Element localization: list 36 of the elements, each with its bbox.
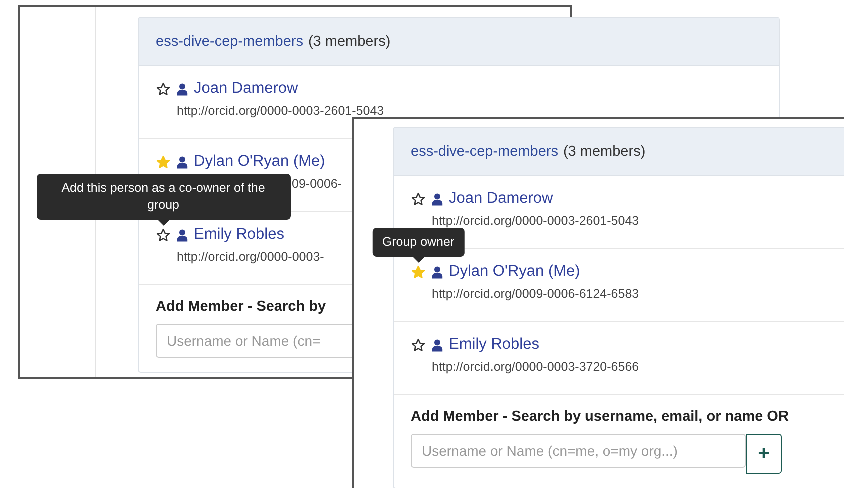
star-outline-icon[interactable] — [156, 82, 171, 96]
member-search-field[interactable]: Username or Name (cn=me, o=my org...) — [411, 434, 746, 468]
member-url: http://orcid.org/0000-0003- — [177, 250, 324, 264]
tooltip: Add this person as a co-owner of the group — [36, 174, 290, 220]
member-url: http://orcid.org/0000-0003-2601-5043 — [177, 104, 384, 118]
member-count: (3 members) — [308, 34, 391, 50]
member-name-link[interactable]: Joan Damerow — [194, 80, 298, 98]
tooltip: Group owner — [372, 228, 465, 256]
filled-star-icon[interactable] — [411, 264, 426, 280]
star-outline-icon[interactable] — [411, 192, 426, 206]
group-name-link[interactable]: ess-dive-cep-members — [411, 144, 558, 160]
member-url: http://orcid.org/0000-0003-3720-6566 — [432, 360, 640, 374]
filled-star-icon[interactable] — [156, 154, 171, 170]
member-url: http://orcid.org/0009-0006-6124-6583 — [432, 287, 640, 301]
member-url: http://orcid.org/0000-0003-2601-5043 — [432, 214, 640, 228]
person-icon — [177, 228, 188, 242]
member-name-link[interactable]: Dylan O'Ryan (Me) — [194, 153, 326, 171]
add-member-label: Add Member - Search by username, email, or name OR — [411, 409, 790, 425]
person-icon — [177, 82, 188, 96]
star-outline-icon[interactable] — [156, 228, 171, 242]
add-member-button[interactable]: + — [746, 434, 782, 474]
member-search-field[interactable]: Username or Name (cn= — [156, 324, 353, 358]
star-outline-icon[interactable] — [411, 338, 426, 352]
member-name-link[interactable]: Emily Robles — [194, 226, 284, 244]
member-count: (3 members) — [563, 144, 646, 160]
person-icon — [432, 192, 443, 206]
group-name-link[interactable]: ess-dive-cep-members — [156, 34, 304, 50]
person-icon — [177, 156, 188, 168]
person-icon — [432, 266, 443, 278]
member-name-link[interactable]: Emily Robles — [449, 336, 540, 354]
member-name-link[interactable]: Dylan O'Ryan (Me) — [449, 263, 580, 281]
member-url: 09-0006- — [292, 177, 342, 191]
tooltip-pointer — [158, 220, 170, 226]
add-member-label: Add Member - Search by — [156, 299, 328, 315]
member-name-link[interactable]: Joan Damerow — [449, 190, 554, 208]
person-icon — [432, 338, 443, 352]
